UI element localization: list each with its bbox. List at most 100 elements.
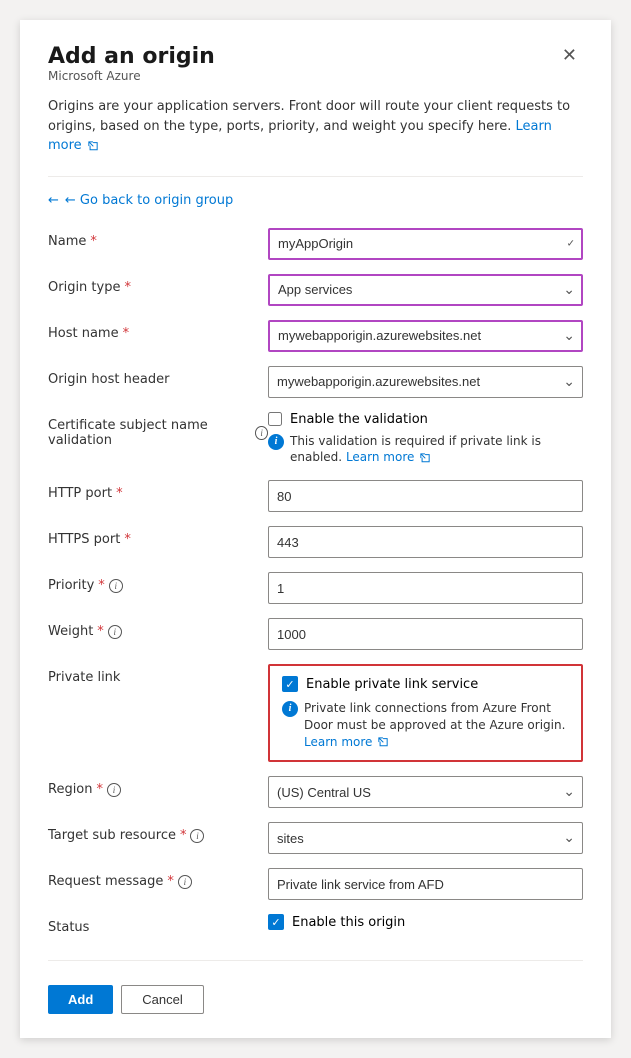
name-required: * <box>90 234 97 249</box>
panel-header: Add an origin Microsoft Azure ✕ <box>48 44 583 95</box>
name-dropdown[interactable]: myAppOrigin <box>268 228 583 260</box>
priority-info-icon[interactable]: i <box>109 579 123 593</box>
priority-row: Priority * i <box>48 572 583 604</box>
origin-type-control: App services ⌄ <box>268 274 583 306</box>
host-name-control: mywebapporigin.azurewebsites.net ⌄ <box>268 320 583 352</box>
cert-row: Certificate subject name validation i En… <box>48 412 583 467</box>
request-message-label: Request message * i <box>48 868 268 889</box>
status-label: Status <box>48 914 268 935</box>
name-row: Name * myAppOrigin ✓ <box>48 228 583 260</box>
target-sub-resource-required: * <box>180 828 187 843</box>
request-message-row: Request message * i <box>48 868 583 900</box>
status-checkbox[interactable]: ✓ <box>268 914 284 930</box>
cert-learn-more-link[interactable]: Learn more <box>346 450 430 464</box>
origin-type-dropdown-wrapper: App services ⌄ <box>268 274 583 306</box>
private-link-info-circle-icon: i <box>282 701 298 717</box>
request-message-info-icon[interactable]: i <box>178 875 192 889</box>
https-port-label: HTTPS port * <box>48 526 268 547</box>
region-info-icon[interactable]: i <box>107 783 121 797</box>
status-checkbox-label: Enable this origin <box>292 915 405 930</box>
weight-input[interactable] <box>268 618 583 650</box>
priority-control <box>268 572 583 604</box>
target-sub-resource-control: sites ⌄ <box>268 822 583 854</box>
http-port-row: HTTP port * <box>48 480 583 512</box>
http-port-label: HTTP port * <box>48 480 268 501</box>
request-message-input[interactable] <box>268 868 583 900</box>
origin-type-label: Origin type * <box>48 274 268 295</box>
panel-subtitle: Microsoft Azure <box>48 69 215 83</box>
cert-info-icon[interactable]: i <box>255 426 268 440</box>
http-port-required: * <box>116 486 123 501</box>
region-required: * <box>97 782 104 797</box>
target-sub-resource-dropdown-wrapper: sites ⌄ <box>268 822 583 854</box>
status-checkbox-row: ✓ Enable this origin <box>268 914 583 930</box>
private-link-row: Private link ✓ Enable private link servi… <box>48 664 583 762</box>
back-to-origin-group-link[interactable]: ← ← Go back to origin group <box>48 193 583 208</box>
target-sub-resource-info-icon[interactable]: i <box>190 829 204 843</box>
target-sub-resource-dropdown[interactable]: sites <box>268 822 583 854</box>
close-icon: ✕ <box>562 45 577 65</box>
host-name-row: Host name * mywebapporigin.azurewebsites… <box>48 320 583 352</box>
cert-info-row: i This validation is required if private… <box>268 433 583 467</box>
private-link-label: Private link <box>48 664 268 685</box>
host-name-label: Host name * <box>48 320 268 341</box>
region-dropdown-wrapper: (US) Central US ⌄ <box>268 776 583 808</box>
cert-checkbox[interactable] <box>268 412 282 426</box>
close-button[interactable]: ✕ <box>556 44 583 66</box>
request-message-control <box>268 868 583 900</box>
name-dropdown-wrapper: myAppOrigin ✓ <box>268 228 583 260</box>
origin-host-header-label: Origin host header <box>48 366 268 387</box>
private-link-box: ✓ Enable private link service i Private … <box>268 664 583 762</box>
footer-actions: Add Cancel <box>48 960 583 1014</box>
cancel-button[interactable]: Cancel <box>121 985 203 1014</box>
private-link-control: ✓ Enable private link service i Private … <box>268 664 583 762</box>
cert-checkbox-label: Enable the validation <box>290 412 428 427</box>
target-sub-resource-row: Target sub resource * i sites ⌄ <box>48 822 583 854</box>
name-label: Name * <box>48 228 268 249</box>
add-button[interactable]: Add <box>48 985 113 1014</box>
host-name-dropdown[interactable]: mywebapporigin.azurewebsites.net <box>268 320 583 352</box>
form-body: Name * myAppOrigin ✓ Origin type * <box>48 228 583 961</box>
origin-host-header-control: mywebapporigin.azurewebsites.net ⌄ <box>268 366 583 398</box>
cert-label: Certificate subject name validation i <box>48 412 268 448</box>
name-control: myAppOrigin ✓ <box>268 228 583 260</box>
weight-row: Weight * i <box>48 618 583 650</box>
http-port-input[interactable] <box>268 480 583 512</box>
weight-required: * <box>97 624 104 639</box>
title-area: Add an origin Microsoft Azure <box>48 44 215 95</box>
private-link-info-row: i Private link connections from Azure Fr… <box>282 700 569 750</box>
priority-required: * <box>98 578 105 593</box>
host-name-required: * <box>123 326 130 341</box>
back-label: ← Go back to origin group <box>65 193 233 208</box>
panel-title: Add an origin <box>48 44 215 69</box>
origin-host-header-dropdown[interactable]: mywebapporigin.azurewebsites.net <box>268 366 583 398</box>
target-sub-resource-label: Target sub resource * i <box>48 822 268 843</box>
cert-info-circle-icon: i <box>268 434 284 450</box>
https-port-control <box>268 526 583 558</box>
external-link-icon <box>88 141 98 151</box>
https-port-row: HTTPS port * <box>48 526 583 558</box>
cert-external-link-icon <box>420 453 430 463</box>
origin-host-header-row: Origin host header mywebapporigin.azurew… <box>48 366 583 398</box>
https-port-input[interactable] <box>268 526 583 558</box>
divider <box>48 176 583 177</box>
private-link-checkbox-row: ✓ Enable private link service <box>282 676 569 692</box>
origin-type-dropdown[interactable]: App services <box>268 274 583 306</box>
private-link-learn-more-link[interactable]: Learn more <box>304 735 388 749</box>
region-dropdown[interactable]: (US) Central US <box>268 776 583 808</box>
priority-label: Priority * i <box>48 572 268 593</box>
cert-checkbox-row: Enable the validation <box>268 412 583 427</box>
region-row: Region * i (US) Central US ⌄ <box>48 776 583 808</box>
request-message-required: * <box>167 874 174 889</box>
region-label: Region * i <box>48 776 268 797</box>
weight-label: Weight * i <box>48 618 268 639</box>
add-origin-panel: Add an origin Microsoft Azure ✕ Origins … <box>20 20 611 1038</box>
https-port-required: * <box>124 532 131 547</box>
region-control: (US) Central US ⌄ <box>268 776 583 808</box>
description-text: Origins are your application servers. Fr… <box>48 97 583 156</box>
private-link-checkbox[interactable]: ✓ <box>282 676 298 692</box>
weight-info-icon[interactable]: i <box>108 625 122 639</box>
private-link-checkbox-label: Enable private link service <box>306 677 478 692</box>
cert-control: Enable the validation i This validation … <box>268 412 583 467</box>
priority-input[interactable] <box>268 572 583 604</box>
